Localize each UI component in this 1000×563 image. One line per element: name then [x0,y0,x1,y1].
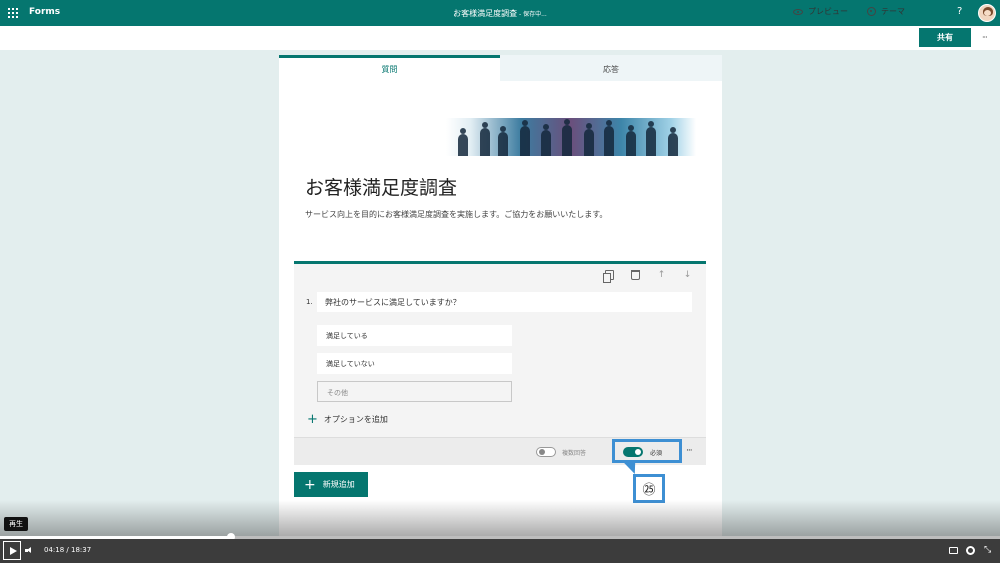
copy-icon[interactable] [603,270,614,283]
add-new-label: 新規追加 [322,480,355,489]
multiple-answers-label: 複数回答 [562,450,587,457]
settings-icon[interactable] [966,546,975,555]
multiple-answers-toggle[interactable] [536,447,556,457]
arrow-up-icon[interactable]: ↑ [657,270,666,280]
add-option-label: オプションを追加 [323,415,388,424]
tab-responses[interactable]: 応答 [500,55,722,81]
add-new-button[interactable]: + 新規追加 [294,472,368,497]
player-gradient [0,500,1000,538]
share-button[interactable]: 共有 [919,28,971,47]
eye-icon [793,8,803,15]
step-callout: ㉕ [633,474,665,503]
top-form-title: お客様満足度調査 - 保存中... [0,8,1000,19]
volume-icon[interactable] [25,547,31,554]
play-tooltip: 再生 [4,517,28,531]
save-status: - 保存中... [517,11,547,18]
fullscreen-icon[interactable]: ⤡ [984,545,991,555]
delete-icon[interactable] [631,270,640,280]
play-button[interactable] [3,541,21,560]
plus-icon: + [307,411,318,427]
question-number: 1. [306,298,313,306]
tab-questions[interactable]: 質問 [279,55,500,81]
add-option-button[interactable]: + オプションを追加 [307,411,388,427]
command-bar [0,26,1000,50]
total-time: 18:37 [71,546,92,554]
option-input[interactable]: 満足していない [317,353,512,374]
theme-label: テーマ [881,7,905,16]
highlight-box [612,439,682,463]
option-input[interactable]: 満足している [317,325,512,346]
palette-icon [867,7,876,16]
top-form-title-text: お客様満足度調査 [453,9,518,18]
preview-button[interactable]: プレビュー [793,6,848,17]
time-separator: / [66,546,69,554]
captions-icon[interactable] [949,547,958,554]
header-banner-image [446,118,696,156]
more-options-icon[interactable]: ··· [982,33,988,42]
current-time: 04:18 [44,546,65,554]
preview-label: プレビュー [808,7,848,16]
arrow-down-icon[interactable]: ↓ [683,270,692,280]
theme-button[interactable]: テーマ [867,6,905,17]
question-text-input[interactable]: 弊社のサービスに満足していますか？ [317,292,692,312]
form-description[interactable]: サービス向上を目的にお客様満足度調査を実施します。ご協力をお願いいたします。 [305,209,607,220]
time-display: 04:18 / 18:37 [44,546,91,554]
form-title[interactable]: お客様満足度調査 [305,173,457,200]
question-block[interactable]: ↑ ↓ 1. 弊社のサービスに満足していますか？ 満足している 満足していない … [294,261,706,465]
question-more-icon[interactable]: ··· [686,446,693,456]
plus-icon: + [304,476,316,493]
avatar[interactable] [978,4,996,22]
other-option-input[interactable]: その他 [317,381,512,402]
question-toolbar: ↑ ↓ [603,270,692,283]
top-bar: Forms お客様満足度調査 - 保存中... ? [0,0,1000,26]
help-icon[interactable]: ? [957,6,962,17]
video-player-bar: 04:18 / 18:37 ⤡ [0,539,1000,563]
